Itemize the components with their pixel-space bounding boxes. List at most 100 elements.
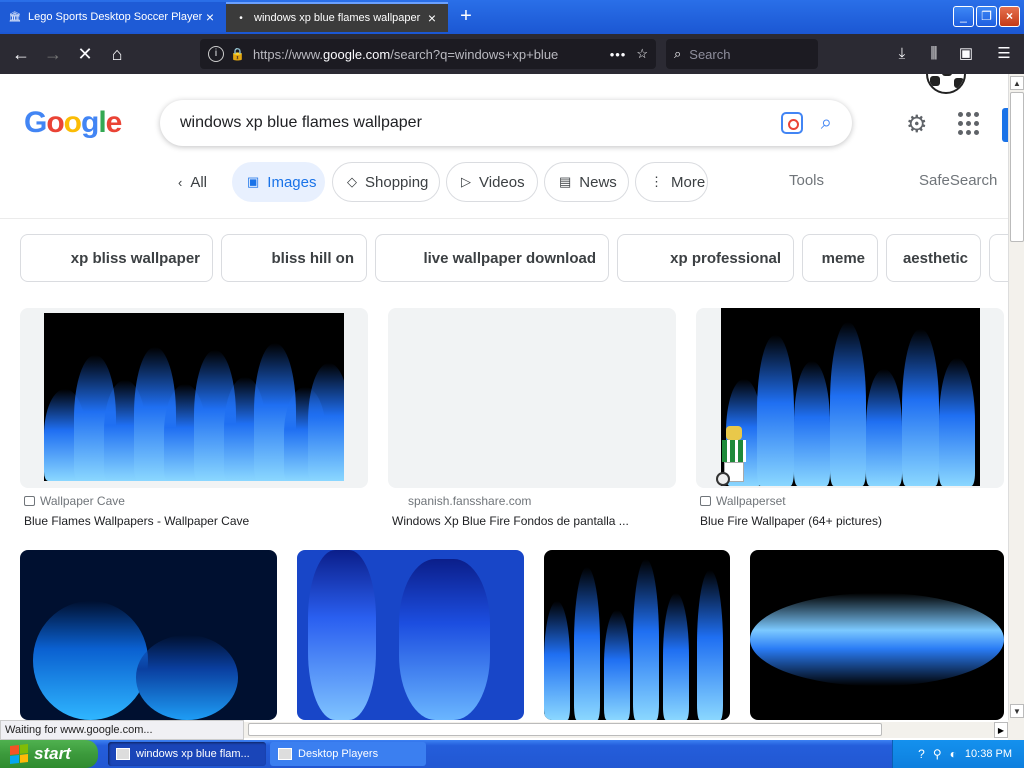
camera-icon[interactable] — [780, 112, 803, 134]
tab-lego-sports[interactable]: 🏛 Lego Sports Desktop Soccer Players × — [0, 2, 226, 32]
sidebar-icon[interactable]: ▣ — [954, 42, 978, 66]
search-box[interactable]: windows xp blue flames wallpaper ⌕ — [160, 100, 852, 146]
download-icon[interactable]: ⤓ — [890, 42, 914, 66]
status-bar: Waiting for www.google.com... — [0, 720, 244, 740]
loading-dot-icon: • — [239, 12, 243, 24]
result-title[interactable]: Windows Xp Blue Fire Fondos de pantalla … — [392, 514, 642, 528]
browser-toolbar: ← → ✕ ⌂ i 🔒 https://www.google.com/searc… — [0, 34, 1024, 74]
scroll-thumb[interactable] — [248, 723, 882, 736]
lego-soccer-player-cursor — [716, 426, 752, 488]
result-source[interactable]: spanish.fansshare.com — [408, 494, 531, 508]
result-source[interactable]: Wallpaperset — [700, 494, 786, 508]
browser-search-box[interactable]: ⌕ Search — [666, 39, 818, 69]
building-icon: 🏛 — [8, 11, 22, 23]
tab-title: windows xp blue flames wallpaper — [254, 12, 421, 24]
maximize-button[interactable]: ❐ — [976, 6, 997, 27]
divider — [0, 218, 1008, 219]
browser-icon — [116, 748, 130, 760]
info-icon[interactable]: i — [208, 46, 224, 62]
network-icon[interactable]: ⚲ — [933, 747, 942, 761]
close-icon[interactable]: × — [202, 9, 218, 25]
related-chip[interactable]: live wallpaper download — [375, 234, 609, 282]
library-icon[interactable]: ⫼ — [922, 42, 946, 66]
stop-icon[interactable]: ✕ — [72, 42, 98, 66]
kebab-icon: ⋮ — [650, 174, 663, 189]
home-icon[interactable]: ⌂ — [104, 42, 130, 66]
related-chip[interactable]: bliss hill on — [221, 234, 367, 282]
tab-images[interactable]: ▣ Images — [232, 162, 325, 202]
scroll-right-arrow-icon[interactable]: ▶ — [994, 722, 1008, 738]
lock-icon[interactable]: 🔒 — [230, 47, 245, 61]
tab-more[interactable]: ⋮ More — [635, 162, 708, 202]
safesearch-button[interactable]: SafeSearch — [919, 172, 997, 189]
start-button[interactable]: start — [0, 740, 98, 768]
tag-icon: ◇ — [347, 174, 357, 189]
image-placeholder[interactable] — [388, 308, 676, 488]
new-tab-button[interactable]: + — [456, 5, 476, 27]
clock[interactable]: 10:38 PM — [965, 748, 1012, 760]
google-images-page: Google windows xp blue flames wallpaper … — [0, 74, 1008, 720]
search-icon: ⌕ — [674, 46, 682, 61]
page-actions-icon[interactable]: ••• — [610, 47, 627, 62]
window-icon — [278, 748, 292, 760]
blue-fire-image[interactable] — [297, 550, 524, 720]
soccer-ball-avatar[interactable] — [926, 74, 966, 94]
gear-icon[interactable]: ⚙ — [906, 110, 928, 139]
google-logo[interactable]: Google — [24, 106, 122, 140]
blue-flames-image[interactable] — [544, 550, 730, 720]
url-text: https://www.google.com/search?q=windows+… — [252, 46, 559, 62]
tab-videos[interactable]: ▷ Videos — [446, 162, 538, 202]
play-icon: ▷ — [461, 174, 471, 189]
help-icon[interactable]: ? — [918, 747, 925, 761]
tab-google-search[interactable]: • windows xp blue flames wallpaper × — [226, 2, 448, 32]
image-icon: ▣ — [247, 174, 260, 189]
related-chip-overflow[interactable] — [989, 234, 1008, 282]
search-placeholder: Search — [689, 46, 731, 62]
tab-shopping[interactable]: ◇ Shopping — [332, 162, 440, 202]
tab-all[interactable]: ‹ All — [164, 162, 224, 202]
horizontal-scrollbar[interactable]: ▶ — [244, 722, 1008, 738]
forward-arrow-icon[interactable]: → — [40, 42, 66, 66]
scroll-down-arrow-icon[interactable]: ▼ — [1010, 704, 1024, 718]
blue-wave-flame-image[interactable] — [750, 550, 1004, 720]
chevron-left-icon: ‹ — [178, 174, 183, 190]
taskbar-window-browser[interactable]: windows xp blue flam... — [108, 742, 266, 766]
window-close-button[interactable]: × — [999, 6, 1020, 27]
bookmark-star-icon[interactable]: ☆ — [636, 46, 648, 62]
related-chip[interactable]: meme — [802, 234, 878, 282]
tools-button[interactable]: Tools — [789, 172, 824, 189]
scroll-thumb[interactable] — [1010, 92, 1024, 242]
tab-news[interactable]: ▤ News — [544, 162, 629, 202]
taskbar-window-desktop-players[interactable]: Desktop Players — [270, 742, 426, 766]
scroll-up-arrow-icon[interactable]: ▲ — [1010, 76, 1024, 90]
search-icon[interactable]: ⌕ — [821, 112, 832, 135]
search-query[interactable]: windows xp blue flames wallpaper — [180, 114, 781, 132]
apps-grid-icon[interactable] — [958, 112, 982, 136]
blue-flames-image[interactable] — [721, 308, 980, 486]
news-icon: ▤ — [559, 174, 572, 189]
related-chip[interactable]: xp professional — [617, 234, 794, 282]
menu-icon[interactable]: ☰ — [992, 42, 1016, 66]
windows-logo-icon — [10, 744, 28, 764]
system-tray: ? ⚲ ◐ 10:38 PM — [892, 740, 1024, 768]
result-source[interactable]: Wallpaper Cave — [24, 494, 125, 508]
vertical-scrollbar[interactable]: ▲ ▼ — [1008, 74, 1024, 720]
blue-flames-image[interactable] — [44, 313, 344, 481]
search-type-tabs: ‹ All ▣ Images ◇ Shopping ▷ Videos ▤ News ⋮ Mo… — [0, 162, 1008, 202]
minimize-button[interactable]: _ — [953, 6, 974, 27]
related-chip[interactable]: xp bliss wallpaper — [20, 234, 213, 282]
image-icon — [700, 496, 711, 506]
browser-tab-bar: 🏛 Lego Sports Desktop Soccer Players × •… — [0, 0, 1024, 34]
desktop: 🏛 Lego Sports Desktop Soccer Players × •… — [0, 0, 1024, 768]
back-arrow-icon[interactable]: ← — [8, 42, 34, 66]
scroll-corner — [1008, 720, 1024, 740]
tab-title: Lego Sports Desktop Soccer Players — [28, 11, 202, 23]
blue-smoke-image[interactable] — [20, 550, 277, 720]
site-favicon-icon — [24, 496, 35, 506]
related-chip[interactable]: aesthetic — [886, 234, 981, 282]
address-bar[interactable]: i 🔒 https://www.google.com/search?q=wind… — [200, 39, 656, 69]
volume-icon[interactable]: ◐ — [950, 747, 957, 761]
result-title[interactable]: Blue Fire Wallpaper (64+ pictures) — [700, 514, 1000, 528]
result-title[interactable]: Blue Flames Wallpapers - Wallpaper Cave — [24, 514, 364, 528]
close-icon[interactable]: × — [424, 10, 440, 26]
